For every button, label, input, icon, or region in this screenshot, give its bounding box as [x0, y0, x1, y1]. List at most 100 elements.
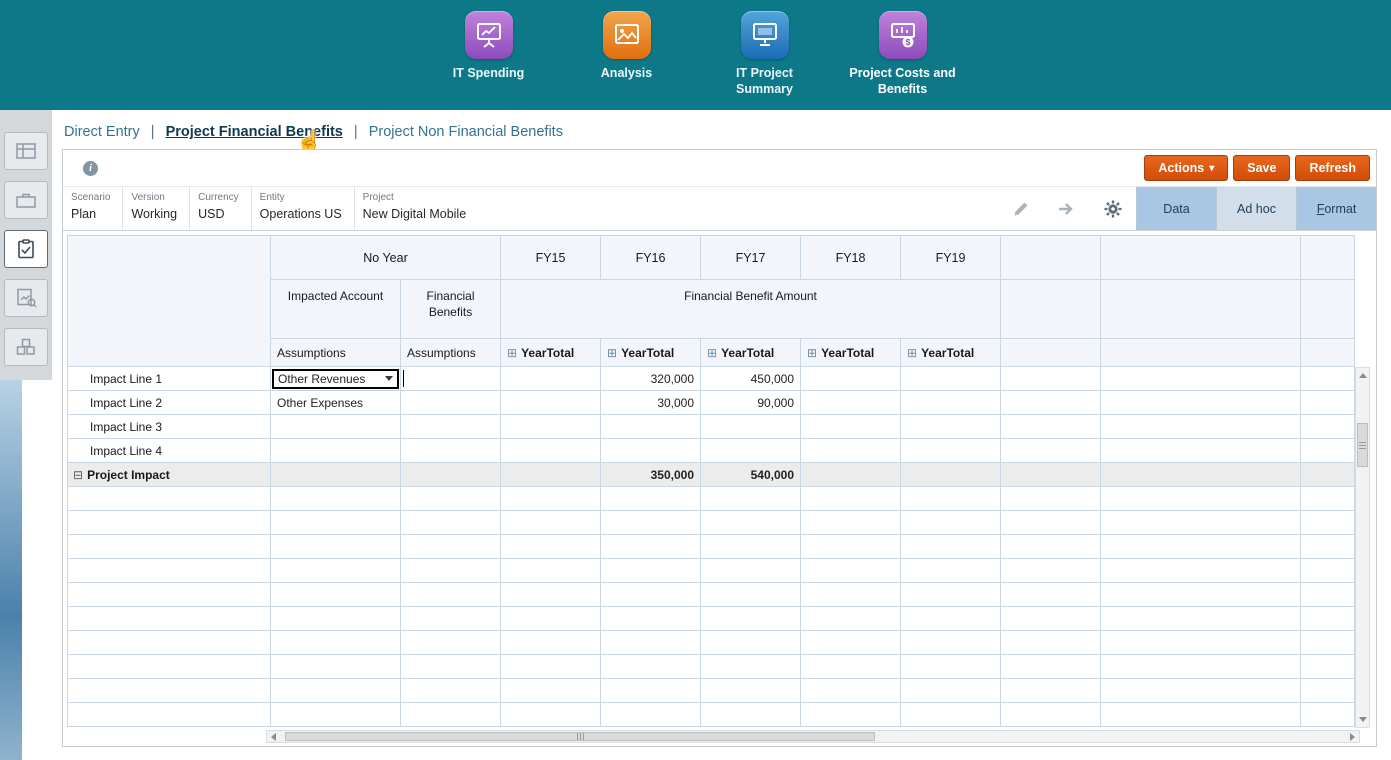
empty-cell	[271, 511, 401, 535]
forms-icon[interactable]	[4, 132, 48, 170]
empty-cell	[1101, 703, 1301, 727]
data-cell[interactable]	[401, 391, 501, 415]
app-it-spending[interactable]: IT Spending	[429, 11, 549, 82]
text-caret	[403, 370, 405, 387]
empty-header-cell	[1301, 339, 1355, 367]
subheader-yeartotal-fy16[interactable]: ⊞YearTotal	[601, 339, 701, 367]
empty-cell	[1301, 487, 1355, 511]
expand-icon[interactable]: ⊞	[807, 346, 817, 360]
pov-version[interactable]: Version Working	[123, 187, 190, 230]
data-cell-fy19[interactable]	[901, 367, 1001, 391]
settings-gear-button[interactable]	[1090, 187, 1136, 230]
horizontal-scroll-thumb[interactable]	[285, 732, 875, 741]
expand-icon[interactable]: ⊞	[507, 346, 517, 360]
empty-cell	[601, 583, 701, 607]
vertical-scroll-thumb[interactable]	[1357, 423, 1368, 467]
app-analysis[interactable]: Analysis	[567, 11, 687, 82]
data-cell-fy17[interactable]: 450,000	[701, 367, 801, 391]
data-cell-fy19[interactable]	[901, 439, 1001, 463]
data-cell-fy19[interactable]	[901, 415, 1001, 439]
data-cell-fy16[interactable]: 30,000	[601, 391, 701, 415]
data-cell	[401, 463, 501, 487]
save-button[interactable]: Save	[1233, 155, 1290, 181]
empty-cell	[701, 655, 801, 679]
empty-cell	[601, 679, 701, 703]
empty-cell	[801, 583, 901, 607]
empty-cell	[1101, 391, 1301, 415]
account-cell[interactable]	[271, 415, 401, 439]
subheader-yeartotal-fy19[interactable]: ⊞YearTotal	[901, 339, 1001, 367]
empty-cell	[1301, 439, 1355, 463]
expand-icon[interactable]: ⊞	[707, 346, 717, 360]
data-cell-fy17[interactable]	[701, 415, 801, 439]
data-cell-fy16[interactable]	[601, 415, 701, 439]
data-cell-fy18[interactable]	[801, 439, 901, 463]
vertical-scrollbar[interactable]	[1355, 367, 1370, 728]
subheader-yeartotal-fy18[interactable]: ⊞YearTotal	[801, 339, 901, 367]
account-cell[interactable]	[271, 439, 401, 463]
data-cell-fy16[interactable]	[601, 439, 701, 463]
refresh-button-label: Refresh	[1309, 161, 1356, 175]
pov-dimension-value: Operations US	[260, 207, 342, 221]
app-project-costs-and-benefits[interactable]: $ Project Costs and Benefits	[843, 11, 963, 97]
data-cell-fy16[interactable]: 320,000	[601, 367, 701, 391]
app-it-project-summary[interactable]: IT Project Summary	[705, 11, 825, 97]
breadcrumb-direct-entry[interactable]: Direct Entry	[64, 124, 140, 140]
horizontal-scrollbar[interactable]	[266, 730, 1360, 743]
library-icon[interactable]	[4, 181, 48, 219]
account-cell[interactable]: Other Expenses	[271, 391, 401, 415]
account-dropdown[interactable]: Other Revenues	[272, 369, 399, 389]
scroll-up-arrow[interactable]	[1356, 369, 1369, 382]
scroll-down-arrow[interactable]	[1356, 713, 1369, 726]
empty-cell	[271, 583, 401, 607]
info-icon[interactable]: i	[83, 161, 98, 176]
data-cell-fy19[interactable]	[901, 391, 1001, 415]
scroll-left-arrow[interactable]	[267, 731, 280, 742]
empty-cell	[1301, 415, 1355, 439]
empty-header-cell	[1001, 236, 1101, 280]
edit-pencil-button[interactable]	[998, 187, 1044, 230]
data-cell-fy17[interactable]: 90,000	[701, 391, 801, 415]
subheader-yeartotal-fy15[interactable]: ⊞YearTotal	[501, 339, 601, 367]
pov-scenario[interactable]: Scenario Plan	[63, 187, 123, 230]
actions-button[interactable]: Actions ▾	[1144, 155, 1228, 181]
data-cell-fy18[interactable]	[801, 367, 901, 391]
tab-format[interactable]: Format	[1296, 187, 1376, 230]
collapse-icon[interactable]: ⊟	[73, 468, 83, 482]
report-search-icon[interactable]	[4, 279, 48, 317]
refresh-button[interactable]: Refresh	[1295, 155, 1370, 181]
data-cell[interactable]	[401, 439, 501, 463]
data-cell-fy18[interactable]	[801, 415, 901, 439]
row-header	[68, 583, 271, 607]
breadcrumb-project-financial-benefits[interactable]: Project Financial Benefits	[166, 124, 343, 140]
data-cell-fy17[interactable]	[701, 439, 801, 463]
data-cell-fy18[interactable]	[801, 391, 901, 415]
dimensions-cubes-icon[interactable]	[4, 328, 48, 366]
empty-cell	[401, 679, 501, 703]
scroll-right-arrow[interactable]	[1346, 731, 1359, 742]
data-cell-fy15[interactable]	[501, 367, 601, 391]
task-list-icon[interactable]	[4, 230, 48, 268]
breadcrumb-project-non-financial-benefits[interactable]: Project Non Financial Benefits	[369, 124, 563, 140]
tab-data[interactable]: Data	[1136, 187, 1216, 230]
data-cell-fy15[interactable]	[501, 415, 601, 439]
data-cell-fy15[interactable]	[501, 391, 601, 415]
pov-currency[interactable]: Currency USD	[190, 187, 252, 230]
subheader-yeartotal-fy17[interactable]: ⊞YearTotal	[701, 339, 801, 367]
total-row-label: Project Impact	[87, 468, 170, 482]
data-cell[interactable]	[401, 415, 501, 439]
pov-entity[interactable]: Entity Operations US	[252, 187, 355, 230]
row-header	[68, 655, 271, 679]
empty-cell	[1001, 655, 1101, 679]
empty-header-cell	[1301, 280, 1355, 339]
left-rail	[0, 110, 52, 760]
go-arrow-button[interactable]	[1044, 187, 1090, 230]
data-cell-fy15[interactable]	[501, 439, 601, 463]
data-cell[interactable]	[401, 367, 501, 391]
expand-icon[interactable]: ⊞	[907, 346, 917, 360]
tab-ad-hoc[interactable]: Ad hoc	[1216, 187, 1296, 230]
empty-cell	[701, 535, 801, 559]
monitor-icon	[750, 20, 780, 50]
expand-icon[interactable]: ⊞	[607, 346, 617, 360]
pov-project[interactable]: Project New Digital Mobile	[355, 187, 479, 230]
